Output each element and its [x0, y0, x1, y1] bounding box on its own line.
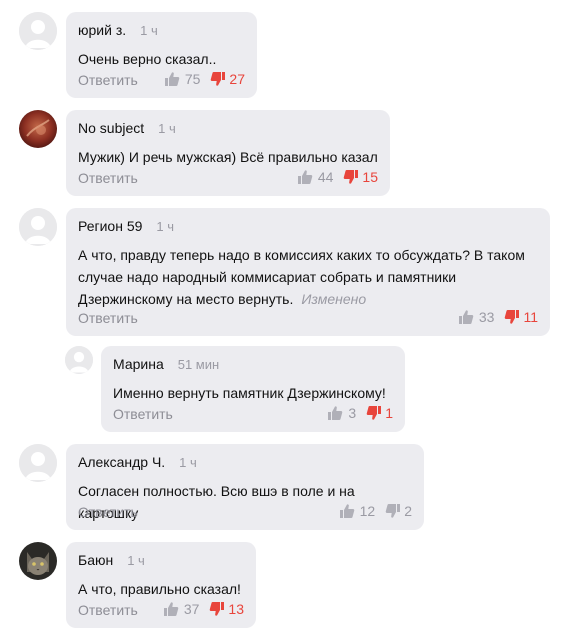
avatar[interactable]	[19, 542, 57, 580]
dislike-count: 27	[229, 71, 245, 87]
dislike-button[interactable]: 15	[343, 169, 378, 185]
avatar[interactable]	[19, 12, 57, 50]
user-photo-icon	[19, 110, 57, 148]
comment-time: 1 ч	[140, 23, 158, 38]
thumbs-down-icon	[385, 503, 401, 519]
comment-time: 51 мин	[177, 357, 220, 372]
dislike-button[interactable]: 27	[210, 71, 245, 87]
edited-label: Изменено	[301, 291, 367, 307]
comment-bubble: Регион 59 1 ч А что, правду теперь надо …	[66, 208, 550, 336]
comment-text: Именно вернуть памятник Дзержинскому!	[113, 385, 386, 401]
thumbs-up-icon	[327, 405, 343, 421]
thumbs-up-icon	[458, 309, 474, 325]
comment-time: 1 ч	[127, 553, 145, 568]
dislike-count: 1	[385, 405, 393, 421]
like-button[interactable]: 75	[164, 71, 201, 87]
reply-button[interactable]: Ответить	[78, 310, 138, 326]
like-button[interactable]: 37	[163, 601, 200, 617]
dislike-count: 2	[404, 503, 412, 519]
like-count: 3	[348, 405, 357, 421]
dislike-button[interactable]: 11	[504, 309, 538, 325]
avatar[interactable]	[19, 444, 57, 482]
like-count: 33	[478, 309, 495, 325]
thumbs-down-icon	[209, 601, 225, 617]
comment-bubble: No subject 1 ч Мужик) И речь мужская) Вс…	[66, 110, 390, 196]
thumbs-down-icon	[504, 309, 520, 325]
reply-button[interactable]: Ответить	[78, 72, 138, 88]
dislike-count: 11	[523, 309, 538, 325]
comment-time: 1 ч	[179, 455, 197, 470]
thumbs-down-icon	[366, 405, 382, 421]
comment-text: Мужик) И речь мужская) Всё правильно каз…	[78, 149, 378, 165]
reply-button[interactable]: Ответить	[78, 602, 138, 618]
like-count: 37	[183, 601, 200, 617]
thumbs-up-icon	[164, 71, 180, 87]
thumbs-up-icon	[163, 601, 179, 617]
user-placeholder-icon	[65, 346, 93, 374]
like-button[interactable]: 44	[297, 169, 334, 185]
reply-button[interactable]: Ответить	[78, 504, 138, 520]
comment-text: А что, правду теперь надо в комиссиях ка…	[78, 244, 538, 310]
comment-author[interactable]: Регион 59	[78, 218, 142, 234]
comment-bubble: юрий з. 1 ч Очень верно сказал.. Ответит…	[66, 12, 257, 98]
thumbs-down-icon	[210, 71, 226, 87]
like-button[interactable]: 3	[327, 405, 356, 421]
thumbs-down-icon	[343, 169, 359, 185]
comment-author[interactable]: Марина	[113, 356, 164, 372]
user-placeholder-icon	[19, 12, 57, 50]
like-count: 44	[317, 169, 334, 185]
cat-photo-icon	[19, 542, 57, 580]
comment-bubble: Баюн 1 ч А что, правильно сказал! Ответи…	[66, 542, 256, 628]
thumbs-up-icon	[339, 503, 355, 519]
avatar[interactable]	[19, 208, 57, 246]
comment-bubble: Александр Ч. 1 ч Согласен полностью. Всю…	[66, 444, 424, 530]
comment-time: 1 ч	[158, 121, 176, 136]
dislike-button[interactable]: 13	[209, 601, 244, 617]
user-placeholder-icon	[19, 208, 57, 246]
comment-time: 1 ч	[156, 219, 175, 234]
thumbs-up-icon	[297, 169, 313, 185]
dislike-count: 15	[362, 169, 378, 185]
comment-author[interactable]: юрий з.	[78, 22, 126, 38]
reply-button[interactable]: Ответить	[78, 170, 138, 186]
comment-author[interactable]: Баюн	[78, 552, 113, 568]
avatar[interactable]	[19, 110, 57, 148]
user-placeholder-icon	[19, 444, 57, 482]
comment-text: А что, правильно сказал!	[78, 581, 241, 597]
comment-bubble: Марина 51 мин Именно вернуть памятник Дз…	[101, 346, 405, 432]
dislike-button[interactable]: 2	[385, 503, 412, 519]
like-count: 75	[184, 71, 201, 87]
avatar[interactable]	[65, 346, 93, 374]
comment-author[interactable]: Александр Ч.	[78, 454, 165, 470]
dislike-button[interactable]: 1	[366, 405, 393, 421]
reply-button[interactable]: Ответить	[113, 406, 173, 422]
like-button[interactable]: 33	[458, 309, 495, 325]
dislike-count: 13	[228, 601, 244, 617]
like-count: 12	[359, 503, 376, 519]
comment-text: Очень верно сказал..	[78, 51, 217, 67]
comment-author[interactable]: No subject	[78, 120, 144, 136]
like-button[interactable]: 12	[339, 503, 376, 519]
